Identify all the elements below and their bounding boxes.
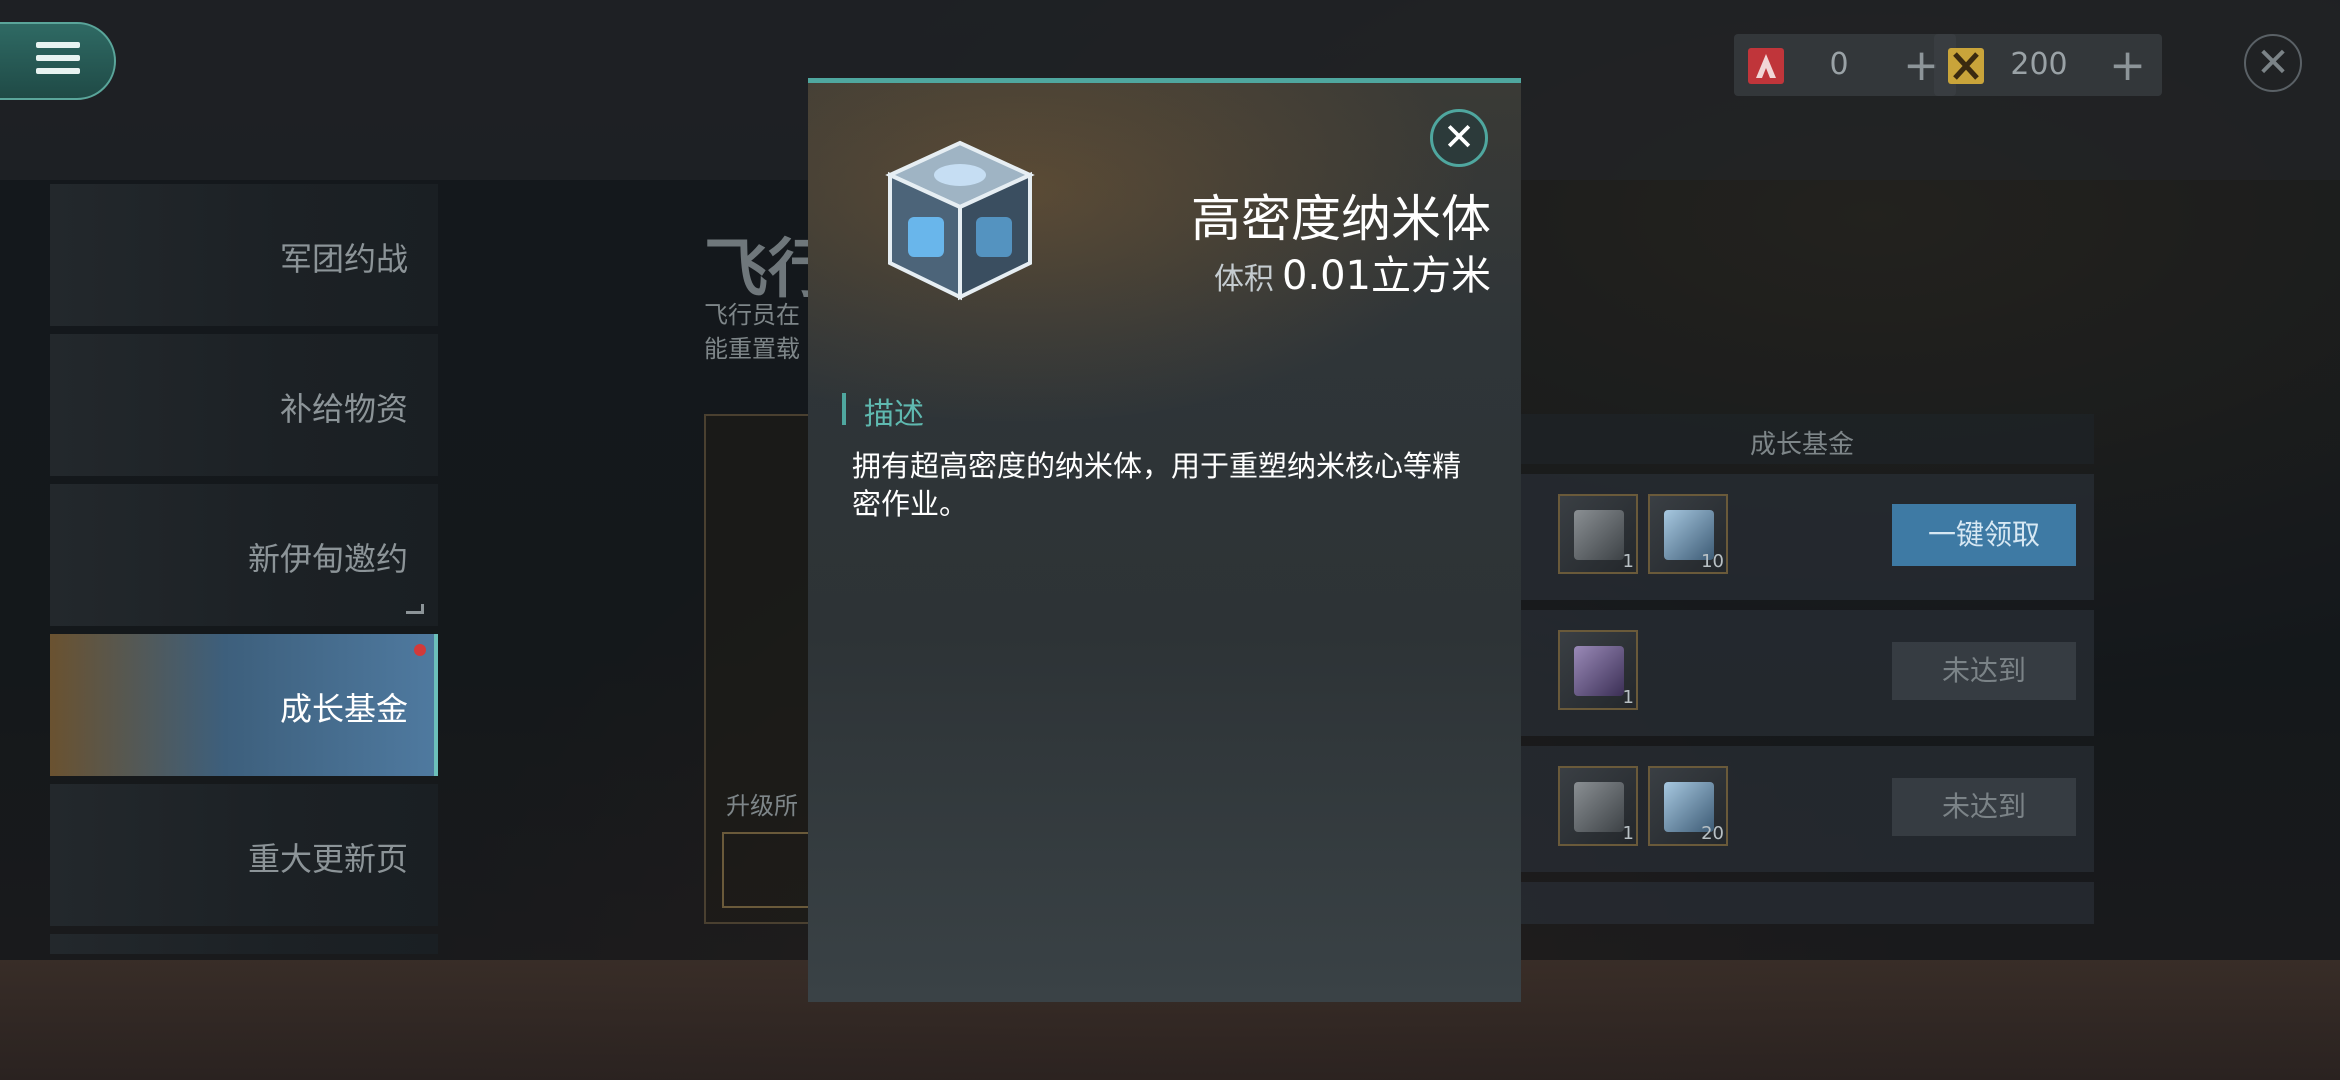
sidebar-item-label: 成长基金 — [279, 690, 408, 728]
sidebar-item-growth-fund[interactable]: 成长基金 — [50, 634, 438, 776]
fund-header: 成长基金 — [1510, 414, 2094, 464]
main-menu-button[interactable] — [0, 22, 116, 100]
sidebar-item-legion-battle[interactable]: 军团约战 — [50, 184, 438, 326]
close-icon: ✕ — [2256, 40, 2290, 86]
sidebar-item-label: 重大更新页 — [247, 840, 408, 878]
reward-slot[interactable]: 1 — [1558, 630, 1638, 710]
currency-a-widget: 0 + — [1734, 34, 1956, 96]
fund-row-partial — [1510, 882, 2094, 924]
purple-crate-icon — [1574, 646, 1624, 696]
item-detail-modal: ✕ 高密度纳米体 体积 0.01立方米 描述 拥有超高密度的纳米体，用于重塑纳米核… — [808, 78, 1521, 1002]
description-heading: 描述 — [864, 397, 924, 432]
gold-x-emblem-icon — [1948, 48, 1984, 84]
item-name: 高密度纳米体 — [1191, 190, 1491, 248]
reward-count: 1 — [1622, 551, 1634, 572]
sidebar-item-supplies[interactable]: 补给物资 — [50, 334, 438, 476]
feature-description: 飞行员在 能重置载 — [704, 298, 800, 366]
corner-indicator-icon — [406, 604, 424, 614]
reward-slot[interactable]: 1 — [1558, 494, 1638, 574]
reward-count: 1 — [1622, 823, 1634, 844]
sidebar-item-new-eden-invite[interactable]: 新伊甸邀约 — [50, 484, 438, 626]
currency-b-add-button[interactable]: + — [2109, 40, 2146, 91]
volume-label: 体积 — [1213, 262, 1274, 297]
currency-a-amount: 0 — [1829, 47, 1849, 82]
nano-cube-icon — [870, 129, 1050, 309]
sidebar-item-major-update[interactable]: 重大更新页 — [50, 784, 438, 926]
currency-b-widget: 200 + — [1934, 34, 2162, 96]
modal-close-button[interactable]: ✕ — [1430, 109, 1488, 167]
reward-slot[interactable]: 10 — [1648, 494, 1728, 574]
sidebar: 军团约战 补给物资 新伊甸邀约 成长基金 重大更新页 — [50, 184, 438, 962]
not-reached-button[interactable]: 未达到 — [1892, 778, 2076, 836]
reward-count: 20 — [1701, 823, 1724, 844]
supply-crate-icon — [1574, 782, 1624, 832]
claim-all-button[interactable]: 一键领取 — [1892, 504, 2076, 566]
volume-value: 0.01立方米 — [1281, 253, 1491, 299]
sidebar-item-partial[interactable] — [50, 934, 438, 954]
red-a-emblem-icon — [1748, 48, 1784, 84]
fund-row: 1 20 未达到 — [1510, 746, 2094, 872]
fund-row: 1 10 一键领取 — [1510, 474, 2094, 600]
fund-header-title: 成长基金 — [1749, 430, 1854, 460]
sidebar-item-label: 军团约战 — [279, 240, 408, 278]
close-icon: ✕ — [1443, 115, 1475, 159]
reward-slot[interactable]: 1 — [1558, 766, 1638, 846]
desc-line: 飞行员在 — [704, 301, 800, 329]
reward-count: 10 — [1701, 551, 1724, 572]
reward-slot[interactable]: 20 — [1648, 766, 1728, 846]
supply-crate-icon — [1574, 510, 1624, 560]
close-page-button[interactable]: ✕ — [2244, 34, 2302, 92]
not-reached-button[interactable]: 未达到 — [1892, 642, 2076, 700]
notification-badge — [414, 644, 426, 656]
reward-count: 1 — [1622, 687, 1634, 708]
fund-row: 1 未达到 — [1510, 610, 2094, 736]
sidebar-item-label: 新伊甸邀约 — [247, 540, 408, 578]
currency-b-amount: 200 — [2010, 47, 2068, 82]
sidebar-item-label: 补给物资 — [279, 390, 408, 428]
upgrade-label: 升级所 — [726, 792, 798, 820]
hamburger-icon — [36, 42, 80, 82]
section-accent-bar — [842, 393, 846, 425]
item-description: 拥有超高密度的纳米体，用于重塑纳米核心等精密作业。 — [852, 449, 1462, 521]
desc-line: 能重置载 — [704, 335, 800, 363]
item-volume: 体积 0.01立方米 — [1214, 243, 1491, 301]
